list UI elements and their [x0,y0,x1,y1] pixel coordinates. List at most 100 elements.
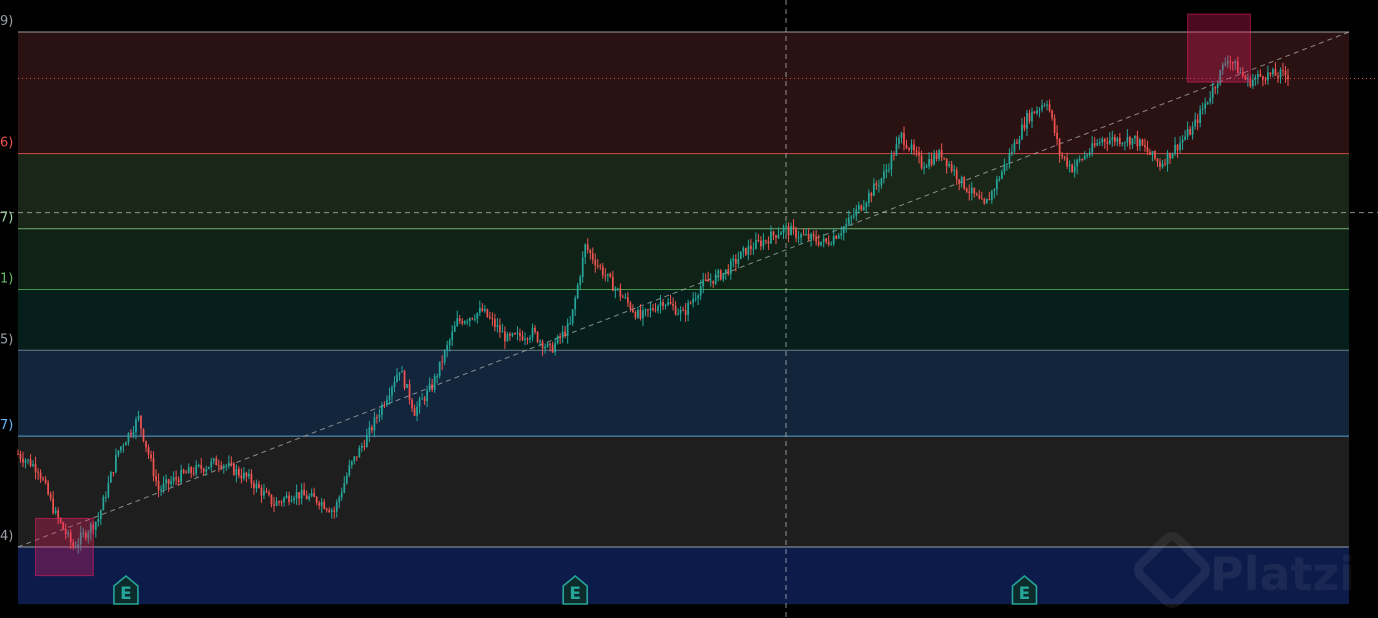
candle-body [940,150,943,158]
candle-body [1251,79,1254,87]
candle-body [958,179,961,184]
candle-body [534,327,536,332]
candle-body [734,258,737,264]
candle-body [531,327,534,338]
fib-band [18,289,1349,351]
candle-body [278,501,280,503]
candle-body [571,309,574,324]
candle-body [634,311,637,318]
candle-body [556,336,559,344]
candle-body [649,308,652,311]
candle-body [243,472,245,479]
candle-body [325,508,328,510]
candle-body [923,167,925,169]
candle-body [1121,143,1124,145]
candle-body [365,434,368,448]
candle-body [401,371,403,373]
candle-body [872,183,875,196]
candle-body [391,387,393,396]
candle-body [1164,163,1166,165]
candle-body [227,462,230,466]
candle-body [509,334,511,336]
candle-body [1123,142,1126,144]
highlight-box[interactable] [35,517,94,577]
candle-body [539,341,541,343]
fibonacci-candlestick-chart[interactable]: E E E 9) 6) 7) 1) 5) 7) 4) Platzi [0,0,1378,618]
candle-body [32,464,34,466]
candle-body [599,265,602,267]
candle-body [353,456,356,462]
candle-body [499,325,501,333]
candle-body [413,408,416,416]
candle-body [1141,139,1144,146]
fib-band [18,228,1349,290]
candle-body [915,150,918,153]
candle-body [722,272,725,280]
candle-body [955,169,958,180]
candle-body [411,399,413,409]
candle-body [94,521,97,530]
candle-body [830,244,833,246]
candle-body [1026,112,1028,129]
candle-body [714,274,717,284]
candle-body [42,478,44,480]
candle-body [187,467,190,474]
candle-body [827,241,830,245]
candle-body [350,461,353,466]
candle-body [1098,142,1101,144]
candle-body [458,318,461,321]
candle-body [679,310,682,314]
candle-body [1113,137,1116,142]
candle-body [446,345,449,351]
candle-body [328,509,331,513]
candle-body [471,318,474,320]
candle-body [822,238,825,242]
candle-body [318,502,321,506]
candle-body [888,169,890,171]
candle-body [943,157,946,159]
candle-body [1144,145,1146,148]
candle-body [561,331,564,338]
candle-body [378,414,381,418]
highlight-box[interactable] [1187,13,1251,83]
candle-body [172,477,175,482]
candle-body [878,185,880,187]
candle-body [845,224,848,228]
candle-body [744,247,747,255]
candle-body [388,395,391,400]
candle-body [1091,143,1094,153]
candle-body [998,178,1001,180]
candle-body [258,483,260,488]
candle-body [672,303,674,306]
candle-body [47,482,49,495]
candle-body [852,215,855,217]
candle-body [230,462,233,464]
candle-body [1031,111,1033,122]
watermark-text: Platzi [1210,547,1355,601]
candle-body [222,465,225,469]
candle-body [463,321,466,324]
candle-body [383,404,386,406]
candle-body [652,308,654,310]
candle-body [1146,147,1149,152]
candle-body [37,471,39,473]
candle-body [1023,124,1026,129]
candle-body [368,427,371,435]
candle-body [835,236,838,239]
candle-body [938,150,941,160]
candle-body [1093,143,1096,146]
candle-body [290,500,293,502]
candle-body [719,270,722,280]
candle-body [1053,117,1056,133]
candle-body [529,337,531,340]
candle-body [642,310,644,319]
candle-body [596,265,599,267]
candle-body [807,234,810,240]
candle-body [207,466,210,469]
candle-body [1056,132,1058,140]
candle-body [980,198,983,200]
candle-body [423,398,426,402]
candle-body [1003,164,1006,172]
candle-body [330,510,333,513]
candle-body [283,497,285,503]
